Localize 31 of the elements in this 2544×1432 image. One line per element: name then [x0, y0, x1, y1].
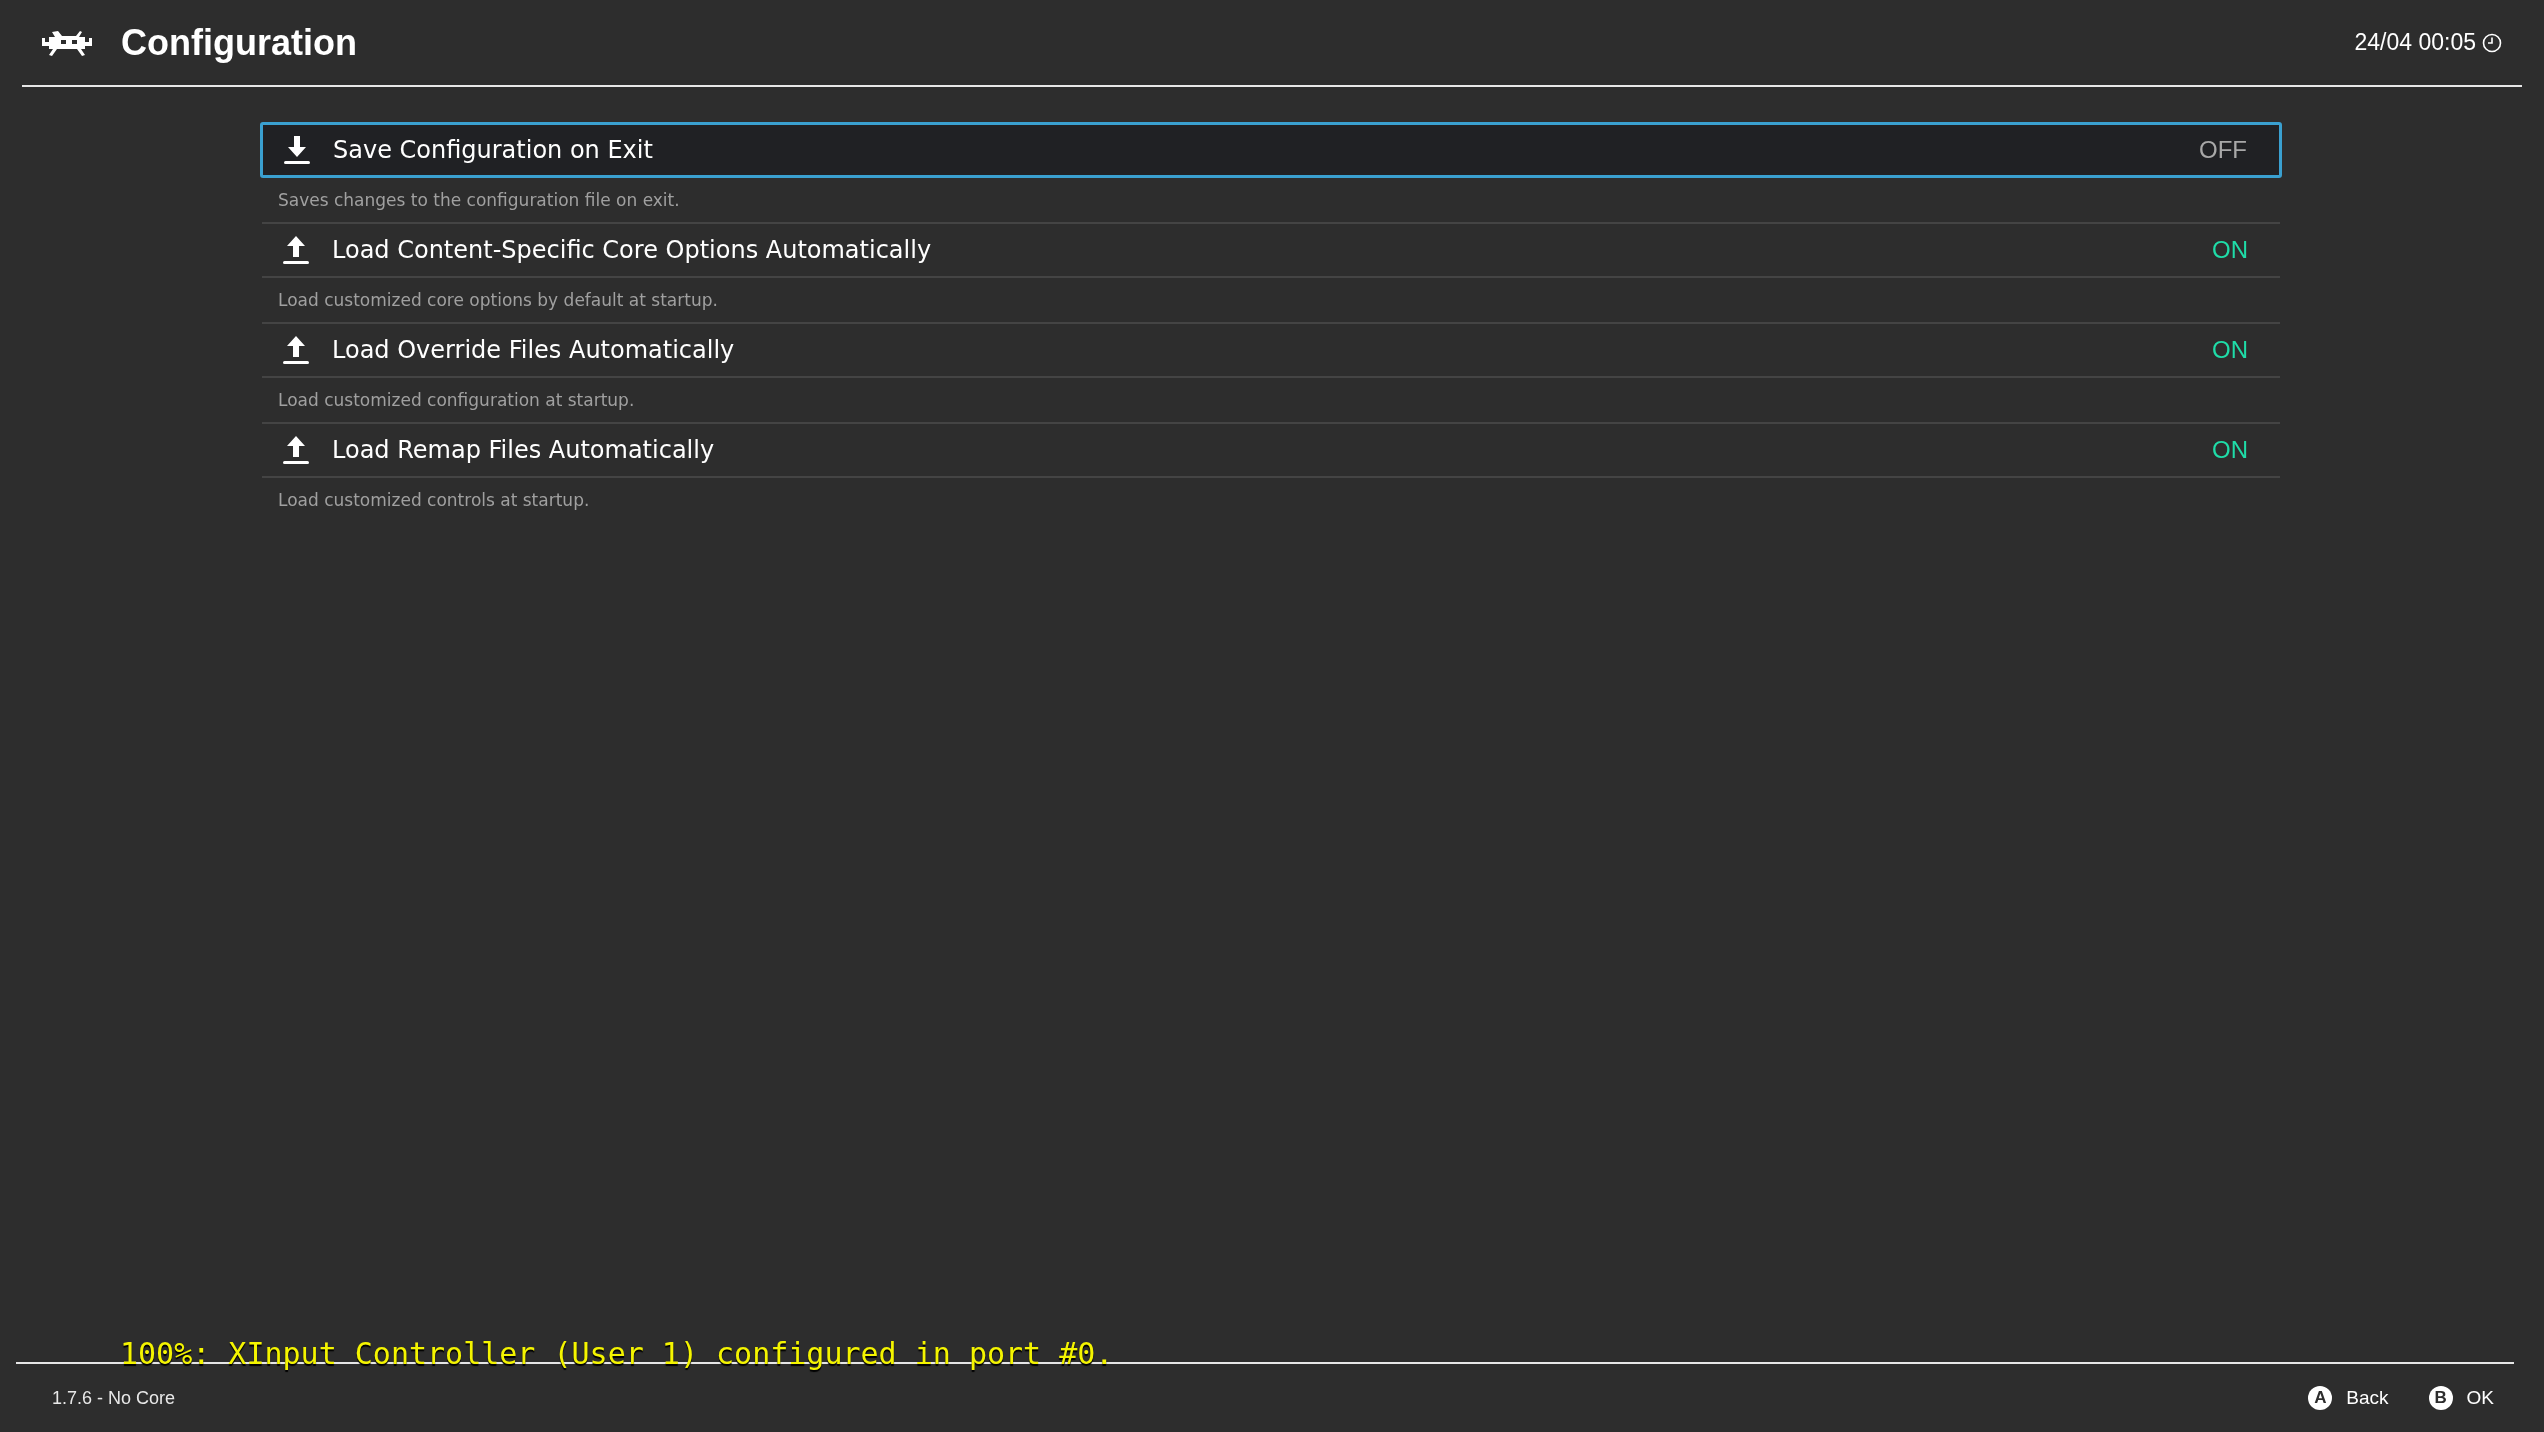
- clock-icon: [2482, 32, 2502, 53]
- notification-text: 100%: XInput Controller (User 1) configured in port #0.: [120, 1336, 1114, 1371]
- button-label: OK: [2466, 1387, 2494, 1409]
- setting-description: Load customized controls at startup.: [277, 489, 591, 512]
- upload-icon: [282, 435, 310, 465]
- window-title: Configuration: [121, 21, 357, 64]
- setting-description: Load customized configuration at startup.: [277, 389, 636, 412]
- footer-button[interactable]: B OK: [2428, 1386, 2494, 1410]
- version-text: 1.7.6 - No Core: [52, 1387, 176, 1409]
- setting-row[interactable]: Load Content-Specific Core Options Automatically ON: [262, 222, 2280, 278]
- button-key-icon: B: [2428, 1386, 2453, 1410]
- setting-row[interactable]: Save Configuration on Exit OFF: [260, 122, 2282, 178]
- setting-value: ON: [2212, 336, 2248, 364]
- setting-description: Saves changes to the configuration file on exit.: [277, 189, 681, 212]
- download-icon: [283, 135, 311, 165]
- setting-label: Load Content-Specific Core Options Automatically: [332, 236, 933, 264]
- setting-value: OFF: [2199, 136, 2247, 164]
- setting-label: Load Remap Files Automatically: [332, 436, 716, 464]
- upload-icon: [282, 335, 310, 365]
- setting-label: Load Override Files Automatically: [332, 336, 736, 364]
- setting-row[interactable]: Load Remap Files Automatically ON: [262, 422, 2280, 478]
- setting-value: ON: [2212, 236, 2248, 264]
- setting-label: Save Configuration on Exit: [333, 136, 654, 164]
- button-key-icon: A: [2308, 1386, 2333, 1410]
- setting-row[interactable]: Load Override Files Automatically ON: [262, 322, 2280, 378]
- setting-description: Load customized core options by default at startup.: [277, 289, 719, 312]
- upload-icon: [282, 235, 310, 265]
- setting-value: ON: [2212, 436, 2248, 464]
- clock-text: 24/04 00:05: [2354, 29, 2476, 56]
- button-label: Back: [2346, 1387, 2389, 1409]
- footer-button[interactable]: A Back: [2308, 1386, 2389, 1410]
